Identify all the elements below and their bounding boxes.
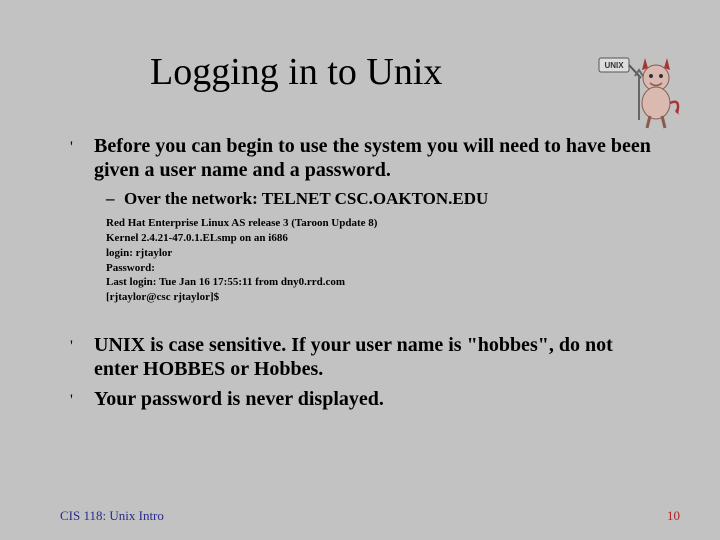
terminal-line: login: rjtaylor <box>106 246 660 261</box>
sub-bullet-marker: – <box>106 188 124 210</box>
flag-label: UNIX <box>604 61 624 70</box>
bsd-daemon-mascot: UNIX <box>595 48 685 133</box>
terminal-line: Password: <box>106 261 660 276</box>
bullet-marker: ' <box>70 333 94 359</box>
bullet-item: ' UNIX is case sensitive. If your user n… <box>70 333 660 381</box>
sub-bullet-item: – Over the network: TELNET CSC.OAKTON.ED… <box>106 188 660 210</box>
terminal-line: [rjtaylor@csc rjtaylor]$ <box>106 290 660 305</box>
bullet-text: Before you can begin to use the system y… <box>94 134 660 182</box>
daemon-icon: UNIX <box>595 48 685 133</box>
bullet-group: ' UNIX is case sensitive. If your user n… <box>70 333 660 413</box>
footer-page-number: 10 <box>667 508 680 524</box>
bullet-item: ' Before you can begin to use the system… <box>70 134 660 182</box>
slide-content: ' Before you can begin to use the system… <box>60 134 660 413</box>
slide-footer: CIS 118: Unix Intro 10 <box>60 508 680 524</box>
sub-bullet-text: Over the network: TELNET CSC.OAKTON.EDU <box>124 188 488 209</box>
slide-title: Logging in to Unix <box>150 50 660 94</box>
terminal-line: Last login: Tue Jan 16 17:55:11 from dny… <box>106 275 660 290</box>
terminal-line: Red Hat Enterprise Linux AS release 3 (T… <box>106 216 660 231</box>
bullet-marker: ' <box>70 387 94 413</box>
bullet-text: UNIX is case sensitive. If your user nam… <box>94 333 660 381</box>
bullet-text: Your password is never displayed. <box>94 387 384 411</box>
footer-course: CIS 118: Unix Intro <box>60 508 164 524</box>
slide: UNIX Logging in to Unix ' B <box>0 0 720 540</box>
terminal-line: Kernel 2.4.21-47.0.1.ELsmp on an i686 <box>106 231 660 246</box>
bullet-marker: ' <box>70 134 94 160</box>
terminal-output: Red Hat Enterprise Linux AS release 3 (T… <box>106 216 660 305</box>
bullet-item: ' Your password is never displayed. <box>70 387 660 413</box>
